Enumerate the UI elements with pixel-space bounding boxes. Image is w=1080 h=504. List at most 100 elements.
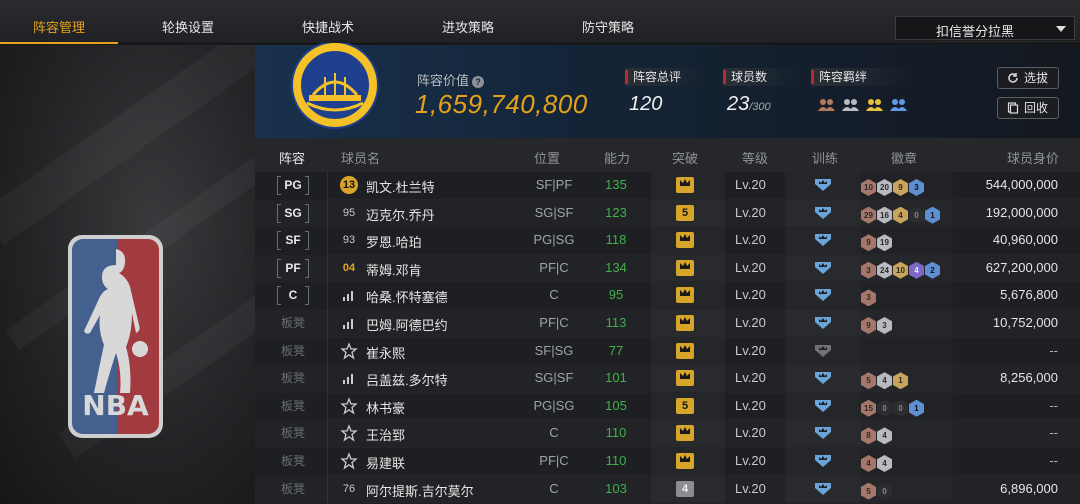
training-shield-icon[interactable] [813, 232, 833, 248]
badge-icon[interactable]: 19 [877, 234, 892, 252]
tab-defense[interactable]: 防守策略 [538, 0, 678, 44]
pick-button[interactable]: 选拔 [997, 67, 1059, 89]
player-name[interactable]: 阿尔提斯.吉尔莫尔 [366, 481, 474, 500]
training-shield-icon[interactable] [813, 287, 833, 303]
training-shield-icon[interactable] [813, 481, 833, 497]
bond-bronze-icon[interactable] [817, 97, 837, 113]
col-value[interactable]: 球员身价 [1007, 148, 1059, 167]
badge-list: 44 [861, 453, 893, 472]
player-name[interactable]: 哈桑.怀特塞德 [366, 287, 448, 306]
badge-icon[interactable]: 10 [893, 261, 908, 279]
badge-icon[interactable]: 4 [861, 455, 876, 472]
col-badges[interactable]: 徽章 [891, 148, 917, 167]
badge-icon[interactable]: 0 [893, 399, 908, 417]
recycle-button[interactable]: 回收 [997, 97, 1059, 119]
table-row[interactable]: 板凳 76 阿尔提斯.吉尔莫尔 C 103 4 Lv.20 5 0 6,896,000 [255, 476, 1080, 504]
badge-icon[interactable]: 16 [877, 206, 892, 224]
crown-icon [676, 287, 694, 304]
col-position[interactable]: 位置 [534, 148, 560, 167]
player-name[interactable]: 巴姆.阿德巴约 [366, 315, 448, 334]
lineup-slot: PF [277, 258, 309, 278]
table-row[interactable]: PG 13 凯文.杜兰特 SF|PF 135 Lv.20 10 20 9 3 544,000,000 [255, 172, 1080, 200]
player-name[interactable]: 王治郅 [366, 425, 405, 444]
lineup-slot: C [277, 285, 309, 306]
badge-icon[interactable]: 4 [893, 206, 908, 224]
badge-icon[interactable]: 5 [861, 482, 876, 500]
player-name[interactable]: 罗恩.哈珀 [366, 232, 422, 251]
badge-icon[interactable]: 9 [861, 234, 876, 252]
training-shield-icon[interactable] [813, 425, 833, 441]
player-name[interactable]: 吕盖兹.多尔特 [366, 370, 448, 389]
tab-lineup[interactable]: 阵容管理 [0, 0, 118, 44]
badge-icon[interactable]: 4 [909, 261, 924, 279]
training-shield-icon[interactable] [813, 260, 833, 276]
training-shield-icon[interactable] [813, 370, 833, 386]
table-row[interactable]: C 哈桑.怀特塞德 C 95 Lv.20 3 5,676,800 [255, 282, 1080, 310]
table-row[interactable]: 板凳 吕盖兹.多尔特 SG|SF 101 Lv.20 5 4 1 8,256,000 [255, 365, 1080, 393]
table-row[interactable]: PF 04 蒂姆.邓肯 PF|C 134 Lv.20 3 24 10 4 2 627,200,000 [255, 255, 1080, 283]
badge-icon[interactable]: 20 [877, 179, 892, 196]
tab-offense[interactable]: 进攻策略 [398, 0, 538, 44]
badge-icon[interactable]: 10 [861, 179, 876, 196]
table-row[interactable]: 板凳 王治郅 C 110 Lv.20 8 4 -- [255, 420, 1080, 448]
col-breakthrough[interactable]: 突破 [672, 148, 698, 167]
rank-signal-icon [343, 374, 353, 385]
badge-list: 15 0 0 1 [861, 398, 925, 417]
badge-icon[interactable]: 4 [877, 455, 892, 472]
badge-icon[interactable]: 1 [893, 372, 908, 390]
table-row[interactable]: SF 93 罗恩.哈珀 PG|SG 118 Lv.20 9 19 40,960,000 [255, 227, 1080, 255]
table-row[interactable]: 板凳 崔永熙 SF|SG 77 Lv.20 -- [255, 338, 1080, 366]
training-shield-icon[interactable] [813, 177, 833, 193]
tab-rotation[interactable]: 轮换设置 [118, 0, 258, 44]
badge-icon[interactable]: 1 [925, 206, 940, 224]
badge-icon[interactable]: 8 [861, 427, 876, 445]
badge-icon[interactable]: 0 [877, 482, 892, 500]
badge-icon[interactable]: 0 [909, 206, 924, 224]
badge-icon[interactable]: 4 [877, 372, 892, 390]
badge-icon[interactable]: 24 [877, 261, 892, 279]
training-shield-icon[interactable] [813, 453, 833, 469]
col-lineup[interactable]: 阵容 [279, 148, 305, 167]
training-shield-icon[interactable] [813, 398, 833, 414]
table-row[interactable]: 板凳 易建联 PF|C 110 Lv.20 4 4 -- [255, 448, 1080, 476]
team-rating-label: 阵容总评 [625, 68, 705, 86]
badge-icon[interactable]: 3 [861, 261, 876, 279]
roster-table: 阵容 球员名 位置 能力 突破 等级 训练 徽章 球员身价 PG 13 凯文.杜兰特… [255, 138, 1080, 504]
badge-icon[interactable]: 3 [861, 289, 876, 307]
col-level[interactable]: 等级 [742, 148, 768, 167]
table-row[interactable]: 板凳 林书豪 PG|SG 105 5 Lv.20 15 0 0 1 -- [255, 393, 1080, 421]
tab-quick-tactics[interactable]: 快捷战术 [258, 0, 398, 44]
training-shield-icon[interactable] [813, 343, 833, 359]
badge-icon[interactable]: 29 [861, 206, 876, 224]
badge-icon[interactable]: 4 [877, 427, 892, 445]
badge-icon[interactable]: 15 [861, 399, 876, 417]
badge-icon[interactable]: 9 [893, 179, 908, 196]
question-mark-icon[interactable]: ? [472, 76, 485, 88]
player-name[interactable]: 蒂姆.邓肯 [366, 260, 422, 279]
bond-gold-icon[interactable] [865, 97, 885, 113]
table-row[interactable]: 板凳 巴姆.阿德巴约 PF|C 113 Lv.20 9 3 10,752,000 [255, 310, 1080, 338]
badge-icon[interactable]: 3 [909, 179, 924, 196]
badge-icon[interactable]: 3 [877, 317, 892, 334]
player-name[interactable]: 崔永熙 [366, 343, 405, 362]
bond-blue-icon[interactable] [889, 97, 909, 113]
badge-icon[interactable]: 9 [861, 317, 876, 334]
col-power[interactable]: 能力 [604, 148, 630, 167]
player-name[interactable]: 林书豪 [366, 398, 405, 417]
badge-icon[interactable]: 2 [925, 261, 940, 279]
player-name[interactable]: 迈克尔.乔丹 [366, 205, 435, 224]
badge-icon[interactable]: 0 [877, 399, 892, 417]
player-name[interactable]: 凯文.杜兰特 [366, 177, 435, 196]
player-level: Lv.20 [735, 480, 766, 496]
filter-select[interactable]: 扣信誉分拉黑 [895, 16, 1075, 40]
badge-icon[interactable]: 1 [909, 399, 924, 417]
col-name[interactable]: 球员名 [341, 148, 380, 167]
star-icon [340, 341, 358, 360]
badge-icon[interactable]: 5 [861, 372, 876, 390]
training-shield-icon[interactable] [813, 315, 833, 331]
table-row[interactable]: SG 95 迈克尔.乔丹 SG|SF 123 5 Lv.20 29 16 4 0 1 192,000,0… [255, 200, 1080, 228]
training-shield-icon[interactable] [813, 205, 833, 221]
col-training[interactable]: 训练 [812, 148, 838, 167]
player-name[interactable]: 易建联 [366, 453, 405, 472]
bond-silver-icon[interactable] [841, 97, 861, 113]
